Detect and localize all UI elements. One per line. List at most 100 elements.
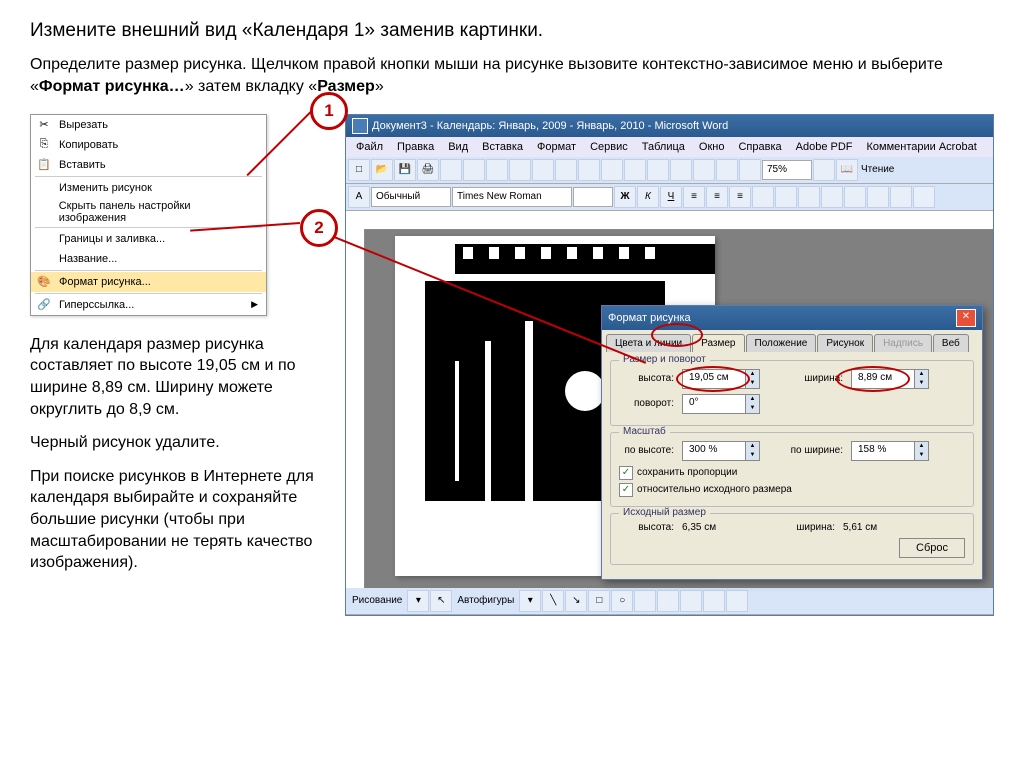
format-icon: 🎨 xyxy=(35,274,53,290)
tab-text[interactable]: Надпись xyxy=(874,334,932,352)
tb-btn[interactable] xyxy=(624,159,646,181)
tb-btn[interactable] xyxy=(578,159,600,181)
menu-view[interactable]: Вид xyxy=(442,139,474,155)
arrow-button[interactable]: ↘ xyxy=(565,590,587,612)
spin-down-icon[interactable]: ▼ xyxy=(745,451,759,460)
align-center-button[interactable]: ≡ xyxy=(706,186,728,208)
underline-button[interactable]: Ч xyxy=(660,186,682,208)
tab-web[interactable]: Веб xyxy=(933,334,969,352)
ctx-hyperlink[interactable]: 🔗Гиперссылка...▶ xyxy=(31,295,266,315)
tb-btn[interactable] xyxy=(867,186,889,208)
bold-button[interactable]: Ж xyxy=(614,186,636,208)
tb-btn[interactable] xyxy=(532,159,554,181)
menu-insert[interactable]: Вставка xyxy=(476,139,529,155)
spin-down-icon[interactable]: ▼ xyxy=(914,451,928,460)
ctx-format-picture[interactable]: 🎨Формат рисунка... xyxy=(31,272,266,292)
ctx-edit-image[interactable]: Изменить рисунок xyxy=(31,178,266,198)
spin-down-icon[interactable]: ▼ xyxy=(745,404,759,413)
menu-tools[interactable]: Сервис xyxy=(584,139,634,155)
highlight-oval-width xyxy=(836,366,910,392)
ruler-horizontal xyxy=(364,211,993,230)
autoshapes-menu[interactable]: Автофигуры xyxy=(453,595,518,606)
line-button[interactable]: ╲ xyxy=(542,590,564,612)
highlight-oval-height xyxy=(676,366,750,392)
tb-btn[interactable] xyxy=(693,159,715,181)
tab-position[interactable]: Положение xyxy=(746,334,817,352)
ctx-hide-panel[interactable]: Скрыть панель настройки изображения xyxy=(31,198,266,226)
tb-btn[interactable] xyxy=(463,159,485,181)
tb-btn[interactable] xyxy=(486,159,508,181)
print-button[interactable]: 🖨 xyxy=(417,159,439,181)
font-select[interactable]: Times New Roman xyxy=(452,187,572,207)
draw-menu[interactable]: Рисование xyxy=(348,595,406,606)
tb-btn[interactable] xyxy=(844,186,866,208)
ctx-paste[interactable]: 📋Вставить xyxy=(31,155,266,175)
tb-btn[interactable] xyxy=(680,590,702,612)
tb-btn[interactable]: ▾ xyxy=(519,590,541,612)
tb-btn[interactable] xyxy=(752,186,774,208)
tb-btn[interactable] xyxy=(726,590,748,612)
ctx-cut[interactable]: ✂Вырезать xyxy=(31,115,266,135)
paste-icon: 📋 xyxy=(35,157,53,173)
page-title: Измените внешний вид «Календаря 1» замен… xyxy=(30,20,994,42)
tab-picture[interactable]: Рисунок xyxy=(817,334,873,352)
menu-file[interactable]: Файл xyxy=(350,139,389,155)
tb-btn[interactable] xyxy=(601,159,623,181)
lock-aspect-checkbox[interactable]: ✓сохранить пропорции xyxy=(619,466,965,480)
subtitle-end: » xyxy=(375,78,384,95)
spin-down-icon[interactable]: ▼ xyxy=(914,379,928,388)
tb-btn[interactable] xyxy=(703,590,725,612)
tb-btn[interactable] xyxy=(821,186,843,208)
tb-btn[interactable]: ▾ xyxy=(407,590,429,612)
reset-button[interactable]: Сброс xyxy=(899,538,965,558)
tb-btn[interactable] xyxy=(647,159,669,181)
menu-format[interactable]: Формат xyxy=(531,139,582,155)
ctx-borders[interactable]: Границы и заливка... xyxy=(31,229,266,249)
menu-window[interactable]: Окно xyxy=(693,139,731,155)
menu-help[interactable]: Справка xyxy=(732,139,787,155)
reading-button[interactable]: 📖 xyxy=(836,159,858,181)
new-button[interactable]: □ xyxy=(348,159,370,181)
menu-adobe[interactable]: Adobe PDF xyxy=(790,139,859,155)
size-select[interactable] xyxy=(573,187,613,207)
tb-btn[interactable] xyxy=(509,159,531,181)
tb-btn[interactable] xyxy=(657,590,679,612)
tb-btn[interactable] xyxy=(813,159,835,181)
menu-acrobat[interactable]: Комментарии Acrobat xyxy=(861,139,983,155)
tb-btn[interactable] xyxy=(670,159,692,181)
menu-table[interactable]: Таблица xyxy=(636,139,691,155)
close-button[interactable]: ✕ xyxy=(956,309,976,327)
save-button[interactable]: 💾 xyxy=(394,159,416,181)
rotation-input[interactable]: 0°▲▼ xyxy=(682,394,760,414)
context-menu: ✂Вырезать ⎘Копировать 📋Вставить Изменить… xyxy=(30,114,267,316)
tb-btn[interactable] xyxy=(739,159,761,181)
scale-w-input[interactable]: 158 %▲▼ xyxy=(851,441,929,461)
relative-checkbox[interactable]: ✓относительно исходного размера xyxy=(619,483,965,497)
align-right-button[interactable]: ≡ xyxy=(729,186,751,208)
tb-btn[interactable] xyxy=(913,186,935,208)
oval-button[interactable]: ○ xyxy=(611,590,633,612)
spin-up-icon[interactable]: ▲ xyxy=(745,442,759,451)
tb-btn[interactable] xyxy=(555,159,577,181)
open-button[interactable]: 📂 xyxy=(371,159,393,181)
style-select[interactable]: Обычный xyxy=(371,187,451,207)
style-button[interactable]: A xyxy=(348,186,370,208)
ctx-caption[interactable]: Название... xyxy=(31,249,266,269)
tb-btn[interactable] xyxy=(890,186,912,208)
tb-btn[interactable] xyxy=(440,159,462,181)
align-left-button[interactable]: ≡ xyxy=(683,186,705,208)
zoom-select[interactable]: 75% xyxy=(762,160,812,180)
ctx-copy[interactable]: ⎘Копировать xyxy=(31,135,266,155)
tb-btn[interactable] xyxy=(798,186,820,208)
spin-up-icon[interactable]: ▲ xyxy=(914,370,928,379)
italic-button[interactable]: К xyxy=(637,186,659,208)
tb-btn[interactable] xyxy=(634,590,656,612)
tb-btn[interactable] xyxy=(716,159,738,181)
menu-edit[interactable]: Правка xyxy=(391,139,440,155)
tb-btn[interactable] xyxy=(775,186,797,208)
spin-up-icon[interactable]: ▲ xyxy=(745,395,759,404)
spin-up-icon[interactable]: ▲ xyxy=(914,442,928,451)
select-button[interactable]: ↖ xyxy=(430,590,452,612)
rect-button[interactable]: □ xyxy=(588,590,610,612)
scale-h-input[interactable]: 300 %▲▼ xyxy=(682,441,760,461)
